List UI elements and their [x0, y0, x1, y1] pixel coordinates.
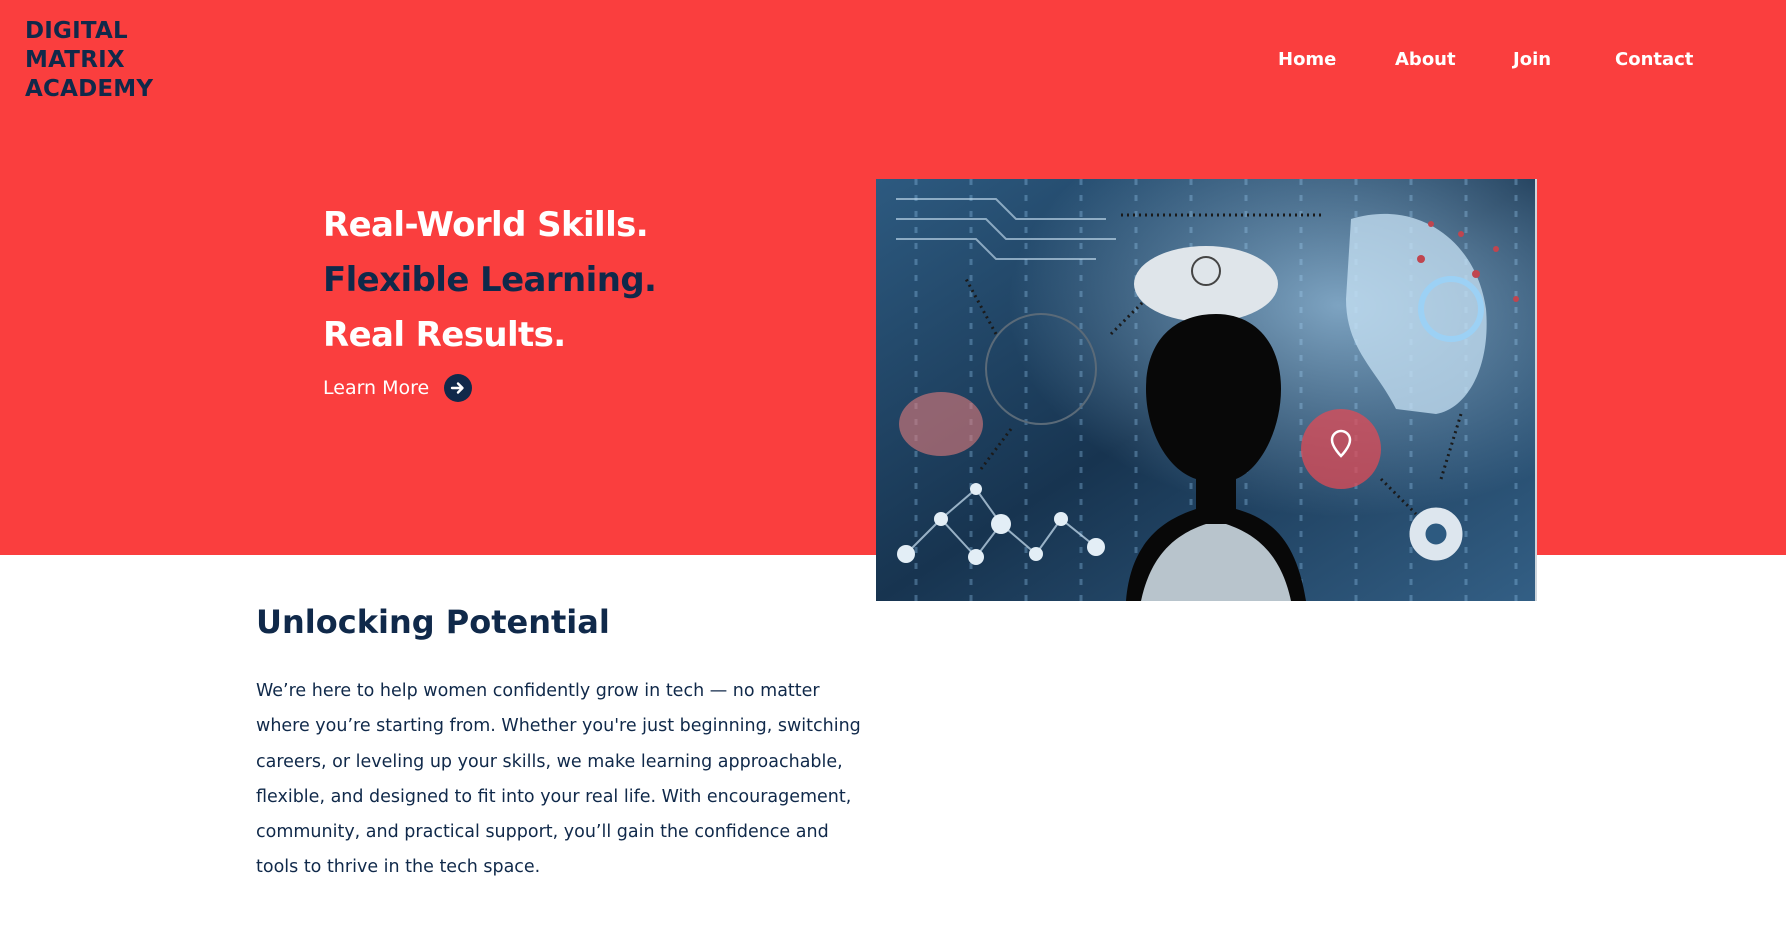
section-body-text: We’re here to help women confidently gro…	[256, 681, 861, 878]
nav-home-link[interactable]: Home	[1278, 46, 1336, 74]
hero-image	[876, 179, 1537, 601]
learn-more-button[interactable]: Learn More	[323, 373, 473, 403]
nav-join-link[interactable]: Join	[1513, 46, 1551, 74]
nav-contact-link[interactable]: Contact	[1615, 46, 1693, 74]
site-logo[interactable]: DIGITAL MATRIX ACADEMY	[25, 17, 153, 104]
arrow-right-circle-icon	[444, 374, 473, 402]
logo-line-2: MATRIX	[25, 47, 125, 73]
nav-about-link[interactable]: About	[1395, 46, 1456, 74]
logo-line-3: ACADEMY	[25, 76, 154, 102]
main-nav: Home About Join Contact	[1260, 46, 1710, 74]
hero-headline: Real-World Skills. Flexible Learning. Re…	[323, 198, 657, 363]
learn-more-label: Learn More	[323, 377, 430, 399]
logo-line-1: DIGITAL	[25, 18, 128, 44]
headline-line-1: Real-World Skills.	[323, 205, 649, 245]
headline-line-3: Real Results.	[323, 315, 566, 355]
section-title: Unlocking Potential	[256, 603, 610, 641]
headline-line-2: Flexible Learning.	[323, 260, 657, 300]
